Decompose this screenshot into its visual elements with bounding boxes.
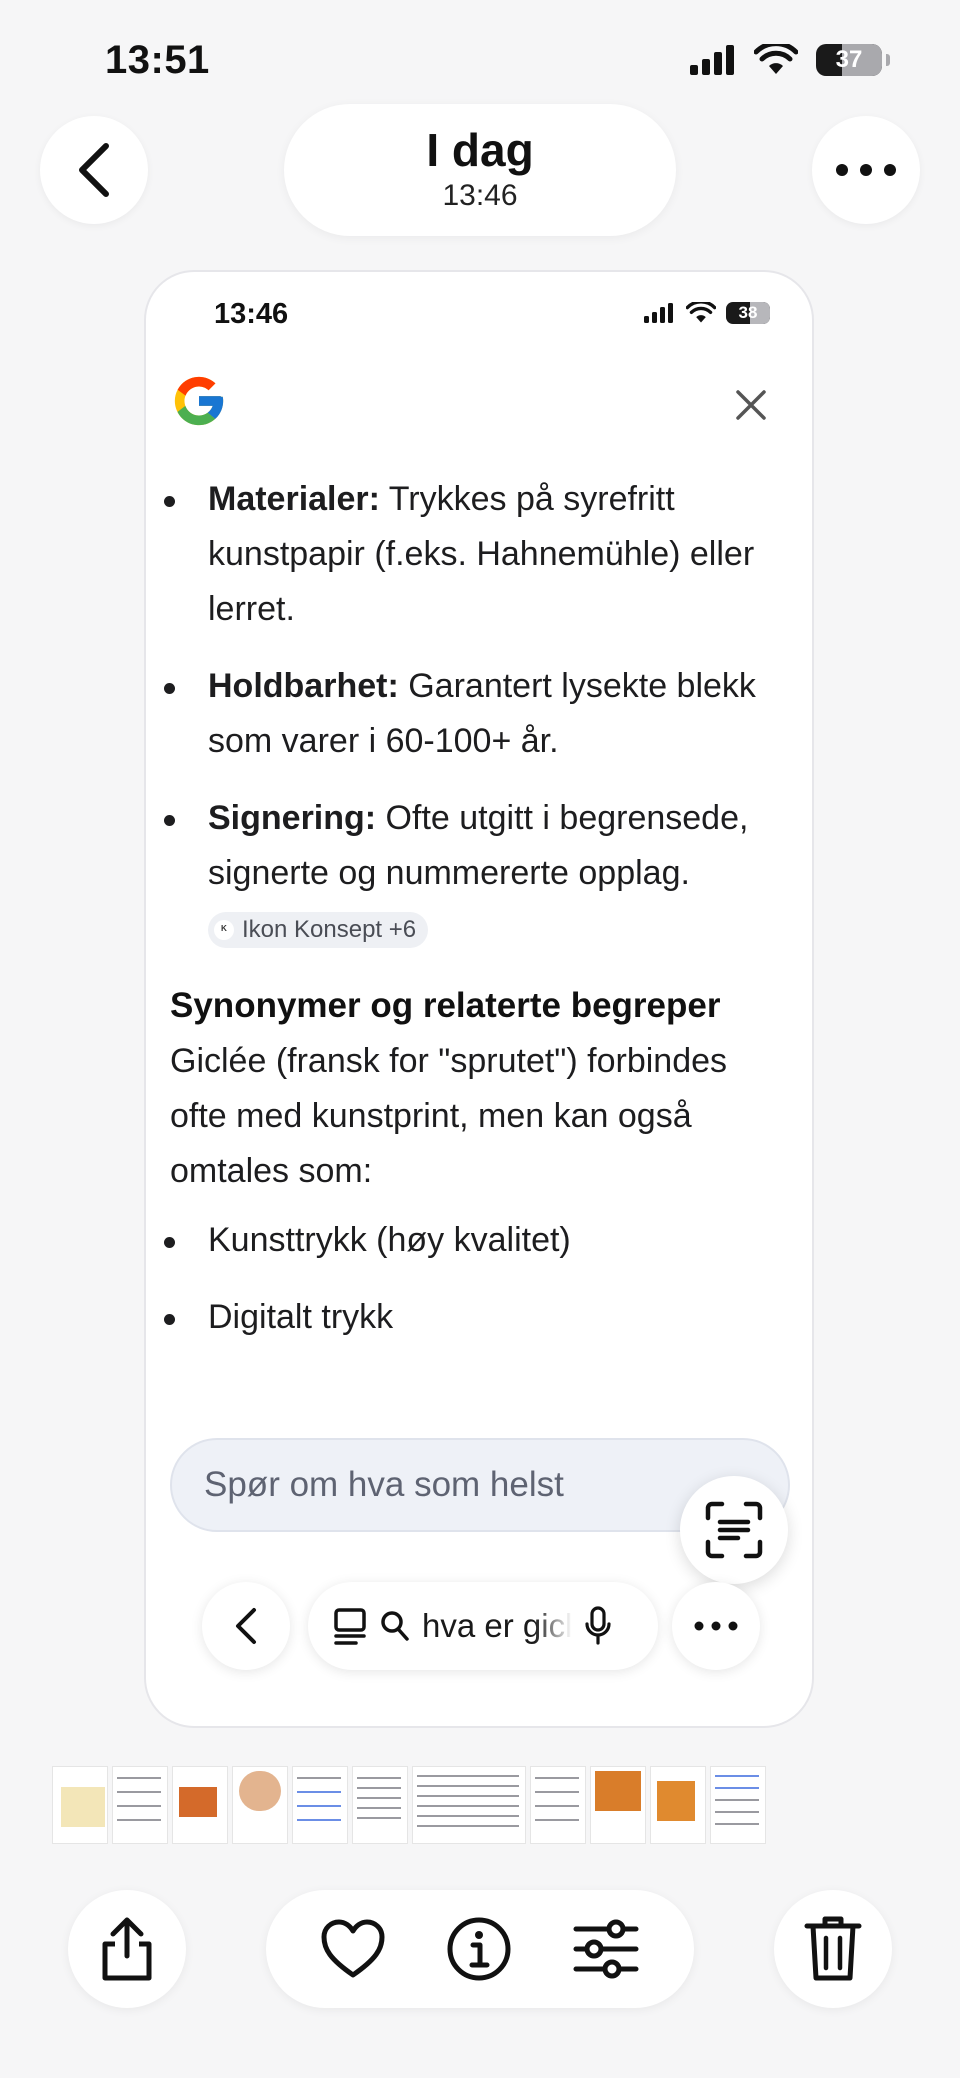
screenshot-preview[interactable]: 13:46 38 Materialer: Trykkes på syrefrit… [144, 270, 814, 1728]
bullet-label: Holdbarhet: [208, 667, 399, 705]
text-scan-icon [705, 1501, 763, 1559]
list-item: Signering: Ofte utgitt i begrensede, sig… [146, 791, 812, 956]
bullet-label: Materialer: [208, 480, 380, 518]
thumbnail[interactable] [232, 1766, 288, 1844]
thumbnail-selected[interactable] [412, 1766, 526, 1844]
photo-actions [266, 1890, 694, 2008]
thumbnail[interactable] [590, 1766, 646, 1844]
battery-icon: 37 [816, 44, 882, 76]
thumbnail-strip[interactable] [52, 1766, 782, 1844]
preview-status-time: 13:46 [214, 298, 289, 330]
preview-status-icons: 38 [644, 302, 770, 324]
browser-more-button[interactable] [672, 1582, 760, 1670]
search-icon [381, 1611, 409, 1641]
thumbnail[interactable] [650, 1766, 706, 1844]
heart-icon[interactable] [320, 1919, 386, 1979]
section-title: Synonymer og relaterte begreper [170, 986, 721, 1025]
feature-list: Materialer: Trykkes på syrefritt kunstpa… [146, 472, 812, 956]
trash-icon [804, 1916, 862, 1981]
search-bar[interactable]: hva er giclée [308, 1582, 658, 1670]
battery-icon: 38 [726, 302, 770, 324]
ai-answer-content: Materialer: Trykkes på syrefritt kunstpa… [146, 472, 812, 1380]
thumbnail[interactable] [292, 1766, 348, 1844]
delete-button[interactable] [774, 1890, 892, 2008]
search-query: hva er giclée [422, 1607, 572, 1644]
thumbnail[interactable] [172, 1766, 228, 1844]
info-icon[interactable] [446, 1916, 512, 1982]
close-icon[interactable] [734, 388, 768, 422]
list-item: Holdbarhet: Garantert lysekte blekk som … [146, 659, 812, 769]
thumbnail[interactable] [112, 1766, 168, 1844]
source-favicon-icon: ᴷ [214, 920, 234, 941]
list-item: Digitalt trykk [146, 1290, 812, 1345]
list-item: Kunsttrykk (høy kvalitet) [146, 1213, 812, 1268]
back-button[interactable] [40, 116, 148, 224]
preview-battery-level: 38 [738, 303, 758, 322]
ellipsis-icon [694, 1621, 738, 1631]
adjust-icon[interactable] [572, 1919, 640, 1979]
chevron-left-icon [79, 143, 109, 197]
page-subtitle: 13:46 [442, 179, 518, 212]
wifi-icon [754, 44, 798, 74]
browser-back-button[interactable] [202, 1582, 290, 1670]
date-title: I dag 13:46 [284, 104, 676, 236]
tabs-icon [334, 1608, 366, 1645]
list-item: Materialer: Trykkes på syrefritt kunstpa… [146, 472, 812, 637]
thumbnail[interactable] [530, 1766, 586, 1844]
thumbnail[interactable] [710, 1766, 766, 1844]
battery-level: 37 [835, 46, 863, 73]
source-chip[interactable]: ᴷ Ikon Konsept +6 [208, 912, 429, 949]
ellipsis-icon [836, 164, 896, 176]
battery-nub [886, 54, 890, 66]
cellular-signal-icon [644, 303, 673, 323]
share-icon [102, 1917, 152, 1981]
wifi-icon [686, 302, 716, 323]
section-body: Giclée (fransk for "sprutet") forbindes … [170, 1042, 728, 1190]
status-icons: 37 [690, 44, 890, 76]
lens-button[interactable] [680, 1476, 788, 1584]
share-button[interactable] [68, 1890, 186, 2008]
cellular-signal-icon [690, 45, 734, 75]
microphone-icon[interactable] [584, 1606, 612, 1646]
thumbnail[interactable] [352, 1766, 408, 1844]
synonym-list: Kunsttrykk (høy kvalitet) Digitalt trykk [146, 1213, 812, 1345]
chevron-left-icon [236, 1608, 256, 1644]
more-button[interactable] [812, 116, 920, 224]
page-title: I dag [426, 124, 534, 176]
source-chip-label: Ikon Konsept +6 [242, 916, 417, 944]
bullet-label: Signering: [208, 799, 377, 837]
status-time: 13:51 [105, 38, 210, 82]
google-logo-icon [174, 376, 224, 426]
thumbnail[interactable] [52, 1766, 108, 1844]
